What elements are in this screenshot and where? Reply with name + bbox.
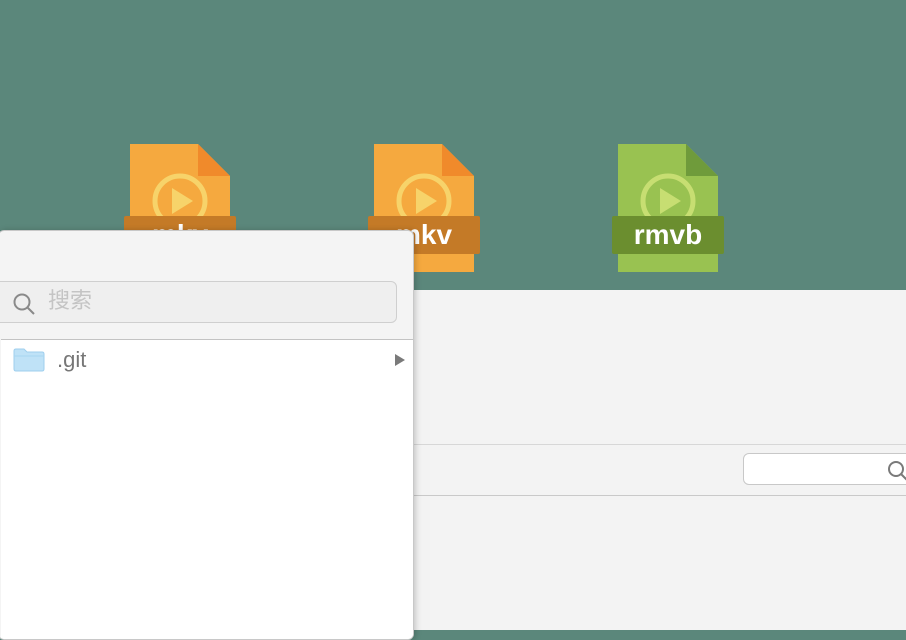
search-input[interactable]: 搜索 bbox=[0, 281, 397, 323]
search-icon bbox=[887, 460, 906, 487]
folder-icon bbox=[13, 348, 45, 377]
file-extension-label: rmvb bbox=[633, 219, 703, 250]
search-placeholder: 搜索 bbox=[48, 289, 93, 314]
list-item-label: .git bbox=[57, 347, 87, 372]
window-toolbar bbox=[400, 444, 906, 496]
file-list: .git bbox=[1, 339, 413, 639]
search-field[interactable] bbox=[743, 453, 906, 485]
background-window bbox=[400, 290, 906, 630]
list-item-git-folder[interactable]: .git bbox=[1, 340, 411, 380]
desktop-file-rmvb[interactable]: rmvb bbox=[612, 144, 724, 272]
chevron-right-icon[interactable] bbox=[393, 352, 407, 373]
search-icon bbox=[12, 292, 36, 321]
file-browser-panel: 搜索 .git bbox=[0, 230, 414, 640]
